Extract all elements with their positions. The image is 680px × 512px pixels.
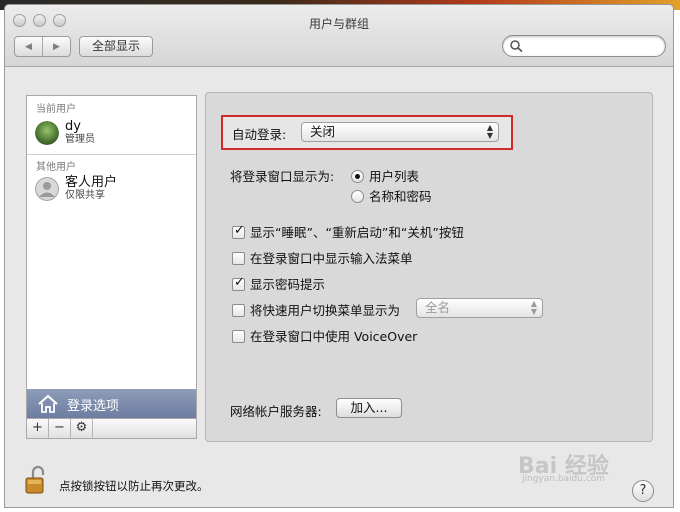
radio-name-password[interactable]: 名称和密码	[351, 186, 432, 205]
radio-button	[351, 170, 364, 183]
checkbox	[232, 223, 245, 239]
forward-button[interactable]: ▶	[42, 37, 70, 56]
title-bar: 用户与群组 ◀ ▶ 全部显示	[5, 5, 673, 67]
divider	[27, 154, 196, 155]
search-icon	[510, 40, 523, 53]
radio-name-password-label: 名称和密码	[369, 189, 432, 204]
auto-login-popup[interactable]: 关闭 ▲ ▼	[301, 122, 499, 142]
auto-login-label: 自动登录:	[232, 127, 287, 142]
checkbox-show-password-hints[interactable]: 显示密码提示	[232, 274, 325, 293]
checkbox-label: 在登录窗口中显示输入法菜单	[250, 251, 413, 266]
sidebar-toolbar: + − ⚙	[27, 418, 196, 438]
remove-user-button[interactable]: −	[49, 419, 71, 438]
highlight-box: 自动登录: 关闭 ▲ ▼	[221, 115, 513, 150]
checkbox-label: 显示密码提示	[250, 277, 326, 292]
login-options-panel: 自动登录: 关闭 ▲▼ 将登录窗口显示为: 用户列表 名称和密码 显示“睡眠”、…	[205, 92, 653, 442]
help-button[interactable]: ?	[632, 480, 654, 502]
checkbox	[232, 304, 245, 317]
sidebar-item-login-options[interactable]: 登录选项	[27, 389, 196, 419]
users-sidebar: 当前用户 dy 管理员 其他用户 客人用户 仅限共享 登录选项 + − ⚙	[26, 95, 197, 439]
checkbox-label: 将快速用户切换菜单显示为	[250, 303, 401, 318]
fast-switch-display-popup[interactable]: 全名 ▲ ▼	[416, 298, 543, 318]
user-role: 管理员	[65, 134, 95, 145]
checkbox	[232, 275, 245, 291]
preferences-window: 用户与群组 ◀ ▶ 全部显示 当前用户 dy 管理员 其他用户 客人用户 仅限共…	[4, 4, 674, 508]
radio-user-list[interactable]: 用户列表	[351, 166, 419, 185]
back-button[interactable]: ◀	[15, 37, 42, 56]
popup-arrows-icon: ▲ ▼	[486, 123, 493, 140]
guest-user-name: 客人用户	[65, 175, 118, 190]
back-forward-group: ◀ ▶	[14, 36, 71, 57]
network-server-label: 网络帐户服务器:	[230, 404, 322, 419]
gear-icon: ⚙	[75, 420, 88, 435]
guest-user-role: 仅限共享	[65, 190, 105, 201]
checkbox-label: 在登录窗口中使用 VoiceOver	[250, 329, 418, 344]
popup-arrows-icon: ▲ ▼	[530, 299, 537, 316]
action-gear-button[interactable]: ⚙	[71, 419, 93, 438]
checkbox-show-input-menu[interactable]: 在登录窗口中显示输入法菜单	[232, 248, 413, 267]
other-users-heading: 其他用户	[36, 162, 76, 173]
radio-button	[351, 190, 364, 203]
back-arrow-icon: ◀	[25, 41, 32, 52]
forward-arrow-icon: ▶	[53, 41, 60, 52]
lock-icon[interactable]	[25, 465, 47, 495]
radio-user-list-label: 用户列表	[369, 169, 420, 184]
show-all-button[interactable]: 全部显示	[79, 36, 153, 57]
add-user-button[interactable]: +	[27, 419, 49, 438]
sidebar-item-user-dy[interactable]: dy 管理员	[35, 120, 95, 146]
join-button[interactable]: 加入...	[336, 398, 402, 418]
checkbox-show-sleep-restart-shutdown[interactable]: 显示“睡眠”、“重新启动”和“关机”按钮	[232, 222, 464, 241]
guest-avatar-icon	[35, 177, 59, 201]
checkbox-label: 显示“睡眠”、“重新启动”和“关机”按钮	[250, 225, 464, 240]
sidebar-item-guest-user[interactable]: 客人用户 仅限共享	[35, 176, 117, 202]
avatar	[35, 121, 59, 145]
window-title: 用户与群组	[308, 17, 369, 31]
display-as-label: 将登录窗口显示为:	[230, 169, 335, 184]
checkbox	[232, 252, 245, 265]
fast-switch-value: 全名	[425, 300, 451, 315]
login-options-label: 登录选项	[67, 398, 120, 414]
watermark-url: jingyan.baidu.com	[522, 474, 606, 484]
auto-login-value: 关闭	[310, 124, 336, 139]
checkbox	[232, 330, 245, 343]
search-field[interactable]	[502, 35, 666, 57]
house-icon	[38, 394, 58, 413]
current-users-heading: 当前用户	[36, 104, 76, 115]
checkbox-use-voiceover[interactable]: 在登录窗口中使用 VoiceOver	[232, 326, 417, 345]
user-name: dy	[65, 119, 81, 134]
lock-instruction-text: 点按锁按钮以防止再次更改。	[59, 479, 209, 493]
checkbox-fast-user-switching[interactable]: 将快速用户切换菜单显示为	[232, 300, 400, 319]
